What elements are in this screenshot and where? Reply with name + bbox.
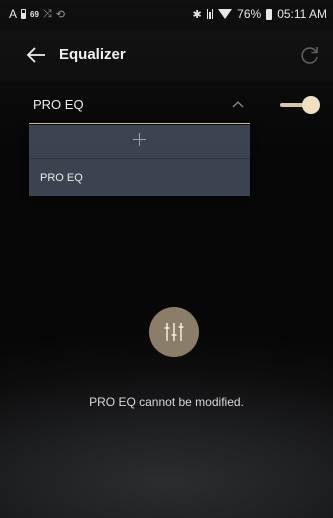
- bluetooth-icon: ✱: [192, 8, 202, 21]
- preset-dropdown[interactable]: PRO EQ: [29, 88, 250, 124]
- repeat-icon: ⟲: [55, 8, 65, 21]
- info-message: PRO EQ cannot be modified.: [89, 395, 244, 409]
- chevron-up-icon: [232, 101, 244, 108]
- status-left: A 69 ⤨ ⟲: [9, 7, 65, 21]
- status-right: ✱ 76% 05:11 AM: [192, 7, 327, 21]
- preset-option-label: PRO EQ: [40, 172, 83, 184]
- plus-icon: [133, 133, 146, 146]
- wifi-icon: [218, 9, 233, 19]
- page-title: Equalizer: [59, 46, 126, 63]
- preset-selected-label: PRO EQ: [33, 97, 84, 112]
- battery-icon: [266, 8, 273, 20]
- screen: A 69 ⤨ ⟲ ✱ 76% 05:11 AM Equalizer PRO EQ…: [0, 0, 333, 518]
- preset-option[interactable]: PRO EQ: [29, 159, 250, 196]
- shuffle-icon: ⤨: [42, 7, 52, 20]
- refresh-icon[interactable]: [299, 44, 321, 66]
- preset-dropdown-menu: PRO EQ: [29, 125, 250, 196]
- title-bar: Equalizer: [0, 30, 333, 82]
- brand-logo: A: [9, 7, 18, 21]
- clock: 05:11 AM: [277, 7, 327, 21]
- arrow-left-icon[interactable]: [25, 44, 47, 66]
- eq-enable-toggle[interactable]: [280, 96, 320, 114]
- status-bar: A 69 ⤨ ⟲ ✱ 76% 05:11 AM: [0, 0, 333, 28]
- add-preset-button[interactable]: [29, 125, 250, 159]
- eq-status-icon: [206, 9, 214, 19]
- battery-percent: 76%: [237, 7, 262, 21]
- equalizer-sliders-icon: [149, 307, 199, 357]
- volume-level: 69: [30, 9, 39, 19]
- toggle-thumb[interactable]: [302, 96, 320, 114]
- device-battery-icon: [21, 9, 27, 19]
